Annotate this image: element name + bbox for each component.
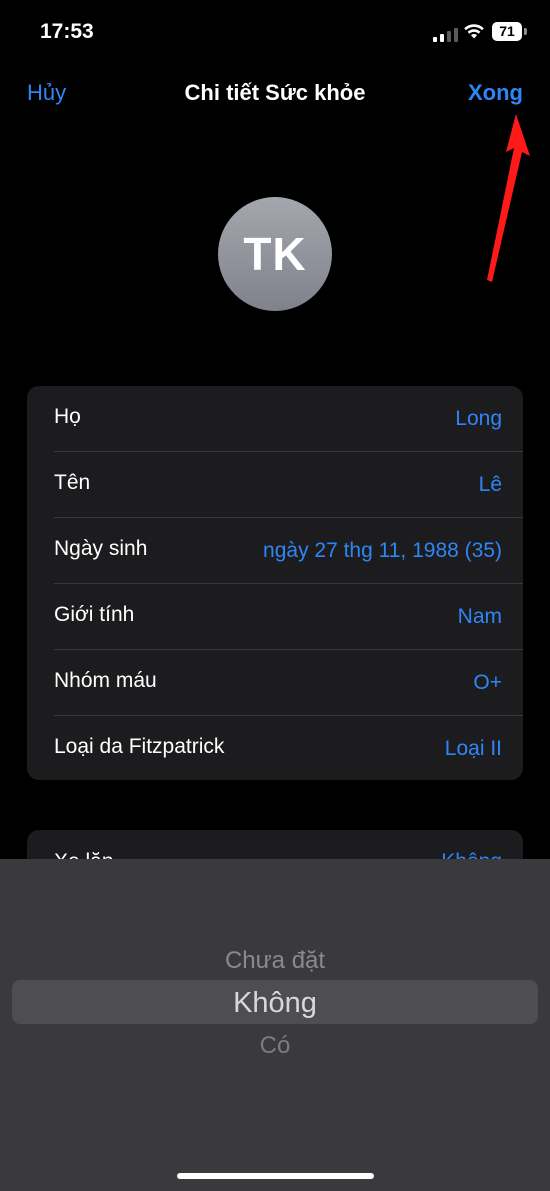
row-value[interactable]: Loại II [445, 737, 502, 761]
row-label: Nhóm máu [54, 669, 157, 692]
status-time: 17:53 [40, 20, 94, 43]
row-label: Họ [54, 405, 81, 428]
row-value[interactable]: Lê [479, 473, 502, 497]
battery-icon: 71 [492, 22, 528, 42]
cellular-signal-icon [433, 28, 458, 42]
row-value[interactable]: ngày 27 thg 11, 1988 (35) [263, 539, 502, 563]
row-value[interactable]: Nam [458, 605, 502, 629]
battery-level: 71 [492, 22, 522, 41]
row-value[interactable]: Long [455, 407, 502, 431]
row-label: Tên [54, 471, 91, 494]
annotation-arrow-icon [487, 114, 530, 282]
picker-option-yes[interactable]: Có [0, 1032, 550, 1060]
wheelchair-picker[interactable]: Chưa đặt Không Có [0, 859, 550, 1191]
row-label: Giới tính [54, 603, 135, 626]
avatar-initials: TK [243, 228, 307, 280]
status-bar: 17:53 71 [0, 0, 550, 66]
home-indicator[interactable] [177, 1173, 374, 1179]
detail-row-last-name[interactable]: Họ Long [27, 386, 523, 452]
health-details-screen: 17:53 71 Hủy Chi tiết Sức khỏe Xong TK H… [0, 0, 550, 1191]
detail-row-skin-type[interactable]: Loại da Fitzpatrick Loại II [27, 716, 523, 780]
picker-option-no[interactable]: Không [0, 987, 550, 1020]
avatar[interactable]: TK [218, 197, 332, 311]
row-label: Loại da Fitzpatrick [54, 735, 225, 758]
row-label: Ngày sinh [54, 537, 148, 560]
detail-row-blood-type[interactable]: Nhóm máu O+ [27, 650, 523, 716]
detail-row-first-name[interactable]: Tên Lê [27, 452, 523, 518]
detail-row-sex[interactable]: Giới tính Nam [27, 584, 523, 650]
wifi-icon [464, 24, 484, 39]
done-button[interactable]: Xong [468, 80, 523, 106]
picker-option-not-set[interactable]: Chưa đặt [0, 947, 550, 975]
cancel-button[interactable]: Hủy [27, 80, 66, 106]
detail-row-birthdate[interactable]: Ngày sinh ngày 27 thg 11, 1988 (35) [27, 518, 523, 584]
row-value[interactable]: O+ [473, 671, 502, 695]
health-details-list: Họ Long Tên Lê Ngày sinh ngày 27 thg 11,… [27, 386, 523, 780]
